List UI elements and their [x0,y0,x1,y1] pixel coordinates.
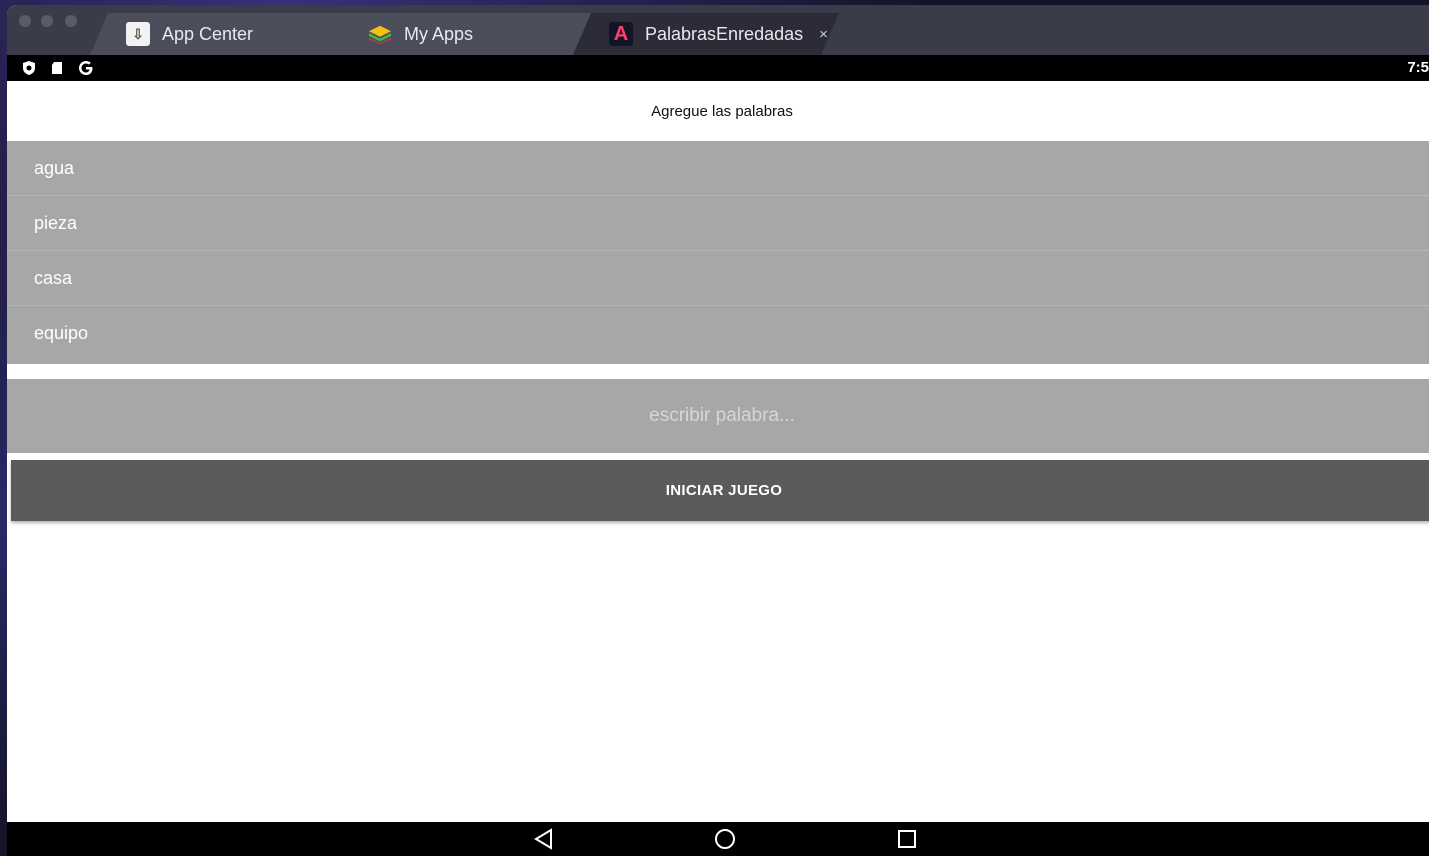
tab-my-apps[interactable]: My Apps [332,13,594,55]
close-tab-icon[interactable]: × [819,26,828,43]
android-nav-bar [7,822,1429,856]
sd-card-icon [52,62,62,74]
close-window-button[interactable] [19,15,31,27]
maximize-window-button[interactable] [65,15,77,27]
back-icon[interactable] [532,828,556,850]
recents-icon[interactable] [895,828,919,850]
app-center-icon: ⇩ [126,22,150,46]
tab-label: My Apps [404,23,474,44]
word-input-container [7,378,1429,454]
status-clock: 7:5 [1407,59,1429,76]
tab-label: PalabrasEnredadas [645,23,804,44]
android-status-bar: 7:5 [7,55,1429,81]
tab-app-center[interactable]: ⇩ App Center [90,13,352,55]
start-game-button[interactable]: INICIAR JUEGO [11,460,1429,521]
home-icon[interactable] [713,828,737,850]
page-title: Agregue las palabras [651,102,793,120]
list-item[interactable]: equipo [7,306,1429,364]
shield-icon [23,61,35,75]
tab-palabras-enredadas[interactable]: A PalabrasEnredadas × [573,13,839,55]
bluestacks-window: ⇩ App Center My Apps A PalabrasEnredadas… [7,5,1429,856]
palabras-app-icon: A [609,22,633,46]
tab-bar: ⇩ App Center My Apps A PalabrasEnredadas… [7,5,1429,55]
list-item[interactable]: casa [7,251,1429,306]
tab-label: App Center [162,23,254,44]
google-g-icon [79,61,93,75]
list-item[interactable]: pieza [7,196,1429,251]
word-list: agua pieza casa equipo [7,141,1429,364]
palabras-app-screen: Agregue las palabras agua pieza casa equ… [7,81,1429,822]
minimize-window-button[interactable] [41,15,53,27]
list-item[interactable]: agua [7,141,1429,196]
word-input[interactable] [7,378,1429,454]
my-apps-icon [368,22,392,46]
